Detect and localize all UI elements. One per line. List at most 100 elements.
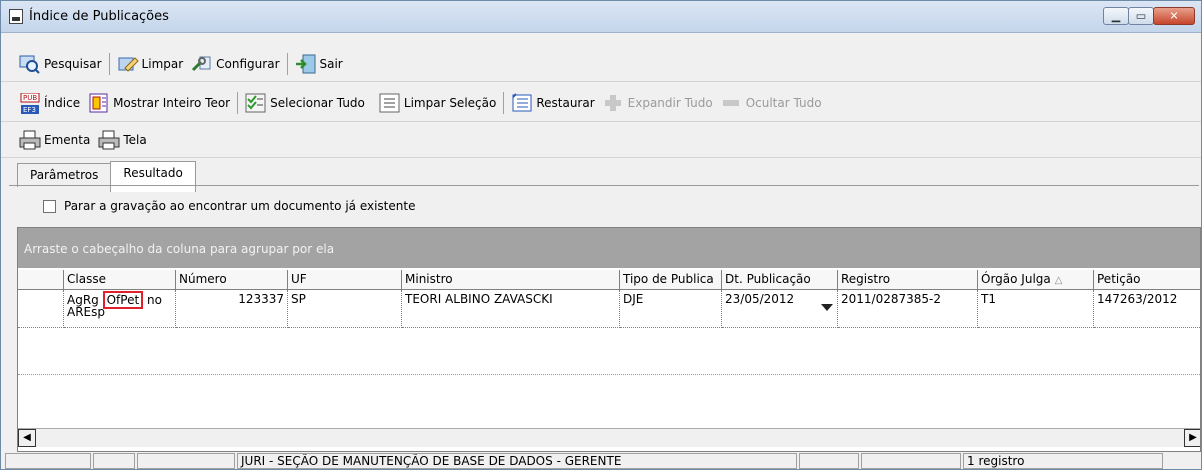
results-grid: Arraste o cabeçalho da coluna para agrup… xyxy=(17,227,1201,452)
configure-label: Configurar xyxy=(216,57,280,71)
column-header-ministro[interactable]: Ministro xyxy=(402,270,620,290)
group-by-panel[interactable]: Arraste o cabeçalho da coluna para agrup… xyxy=(18,228,1200,268)
stop-on-existing-checkbox[interactable] xyxy=(43,199,56,213)
close-icon: ✕ xyxy=(1169,9,1179,23)
classe-part: no xyxy=(147,293,162,307)
expand-plus-icon xyxy=(603,93,625,113)
cell-registro[interactable]: 2011/0287385-2 xyxy=(838,290,978,328)
clear-button[interactable]: Limpar xyxy=(113,52,188,76)
column-header-label: Órgão Julga xyxy=(981,272,1051,286)
clear-selection-label: Limpar Seleção xyxy=(403,96,497,110)
book-icon xyxy=(88,93,110,113)
show-full-text-label: Mostrar Inteiro Teor xyxy=(113,96,231,110)
status-record-count: 1 registro xyxy=(963,453,1163,469)
cell-classe[interactable]: AgRg OfPet no AREsp xyxy=(64,290,176,328)
title-bar: Índice de Publicações ▁ ▭ ✕ xyxy=(1,1,1201,33)
date-value: 23/05/2012 xyxy=(725,292,795,306)
eraser-icon xyxy=(117,54,139,74)
clear-selection-icon xyxy=(379,93,401,113)
tab-baseline xyxy=(9,185,1199,186)
expand-all-button[interactable]: Expandir Tudo xyxy=(599,91,717,115)
column-header-label: UF xyxy=(291,272,307,286)
hide-all-label: Ocultar Tudo xyxy=(745,96,822,110)
group-by-hint: Arraste o cabeçalho da coluna para agrup… xyxy=(24,242,335,256)
print-ementa-button[interactable]: Ementa xyxy=(15,128,94,152)
toolbar-divider xyxy=(1,81,1201,82)
cell-tipo[interactable]: DJE xyxy=(620,290,722,328)
show-full-text-button[interactable]: Mostrar Inteiro Teor xyxy=(84,91,234,115)
status-panel xyxy=(799,453,859,469)
select-all-icon xyxy=(245,93,267,113)
minimize-icon: ▁ xyxy=(1111,9,1121,23)
hide-all-button[interactable]: Ocultar Tudo xyxy=(717,91,826,115)
exit-label: Sair xyxy=(319,57,343,71)
column-header-numero[interactable]: Número xyxy=(176,270,288,290)
search-label: Pesquisar xyxy=(44,57,102,71)
svg-text:EF3: EF3 xyxy=(23,106,36,114)
close-button[interactable]: ✕ xyxy=(1153,7,1195,25)
search-icon xyxy=(19,54,41,74)
select-all-label: Selecionar Tudo xyxy=(270,96,365,110)
toolbar-separator xyxy=(286,53,288,75)
tab-strip: Parâmetros Resultado xyxy=(17,161,196,192)
maximize-icon: ▭ xyxy=(1135,9,1147,23)
cell-dt-publicacao[interactable]: 23/05/2012 xyxy=(722,290,838,328)
column-header-label: Petição xyxy=(1097,272,1141,286)
column-header-peticao[interactable]: Petição xyxy=(1094,270,1200,290)
print-screen-label: Tela xyxy=(123,133,147,147)
window-controls: ▁ ▭ ✕ xyxy=(1103,7,1195,27)
select-all-button[interactable]: Selecionar Tudo xyxy=(241,91,369,115)
minimize-button[interactable]: ▁ xyxy=(1103,7,1129,25)
column-header-uf[interactable]: UF xyxy=(288,270,402,290)
svg-text:PUB: PUB xyxy=(23,94,37,102)
dropdown-arrow-icon[interactable] xyxy=(821,304,833,311)
row-indicator[interactable] xyxy=(18,290,64,328)
row-indicator-header xyxy=(18,270,64,290)
index-button[interactable]: PUB EF3 Índice xyxy=(15,91,84,115)
status-panel xyxy=(5,453,91,469)
scroll-left-icon[interactable]: ◀ xyxy=(18,429,36,447)
sort-ascending-icon: △ xyxy=(1054,275,1063,286)
configure-button[interactable]: Configurar xyxy=(187,52,283,76)
search-button[interactable]: Pesquisar xyxy=(15,52,106,76)
highlighted-classe-part: OfPet xyxy=(102,291,144,309)
index-label: Índice xyxy=(44,96,81,110)
exit-button[interactable]: Sair xyxy=(291,52,347,76)
classe-part: AREsp xyxy=(67,305,105,319)
grid-row-divider xyxy=(18,374,1200,376)
maximize-button[interactable]: ▭ xyxy=(1128,7,1154,25)
status-panel xyxy=(861,453,961,469)
status-panel xyxy=(93,453,135,469)
collapse-minus-icon xyxy=(721,93,743,113)
window-icon xyxy=(9,9,23,24)
cell-ministro[interactable]: TEORI ALBINO ZAVASCKI xyxy=(402,290,620,328)
cell-uf[interactable]: SP xyxy=(288,290,402,328)
column-header-classe[interactable]: Classe xyxy=(64,270,176,290)
cell-orgao[interactable]: T1 xyxy=(978,290,1094,328)
main-toolbar: Pesquisar Limpar Configurar Sair xyxy=(1,51,1201,77)
toolbar-separator xyxy=(237,92,239,114)
tab-parametros[interactable]: Parâmetros xyxy=(17,163,112,187)
column-header-registro[interactable]: Registro xyxy=(838,270,978,290)
restore-button[interactable]: Restaurar xyxy=(507,91,598,115)
toolbar-separator xyxy=(108,53,110,75)
print-toolbar: Ementa Tela xyxy=(1,127,1201,153)
scroll-right-icon[interactable]: ▶ xyxy=(1184,429,1200,447)
clear-selection-button[interactable]: Limpar Seleção xyxy=(375,91,500,115)
tools-icon xyxy=(191,54,213,74)
cell-numero[interactable]: 123337 xyxy=(176,290,288,328)
stop-on-existing-option[interactable]: Parar a gravação ao encontrar um documen… xyxy=(43,199,415,213)
horizontal-scrollbar[interactable]: ◀ ▶ xyxy=(18,428,1200,447)
column-header-orgao[interactable]: Órgão Julga △ xyxy=(978,270,1094,290)
column-header-label: Número xyxy=(179,272,227,286)
column-header-dt-publicacao[interactable]: Dt. Publicação xyxy=(722,270,838,290)
tab-resultado[interactable]: Resultado xyxy=(110,161,196,192)
cell-peticao[interactable]: 147263/2012 xyxy=(1094,290,1200,328)
column-header-label: Dt. Publicação xyxy=(725,272,811,286)
print-screen-button[interactable]: Tela xyxy=(94,128,150,152)
column-header-tipo[interactable]: Tipo de Publica xyxy=(620,270,722,290)
table-row[interactable]: AgRg OfPet no AREsp 123337 SP TEORI ALBI… xyxy=(18,290,1200,328)
tab-parametros-label: Parâmetros xyxy=(30,168,99,182)
toolbar-separator xyxy=(503,92,505,114)
grid-header: Classe Número UF Ministro Tipo de Public… xyxy=(18,270,1200,290)
